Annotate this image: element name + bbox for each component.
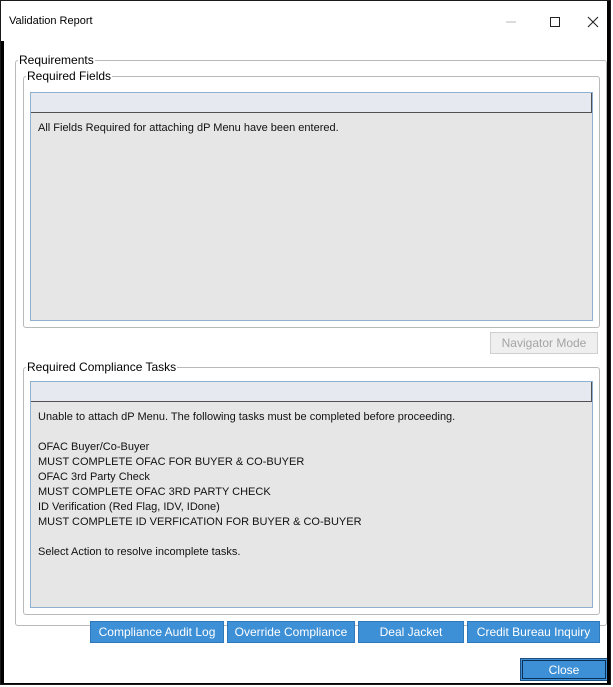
- required-fields-list[interactable]: All Fields Required for attaching dP Men…: [30, 92, 593, 321]
- deal-jacket-button[interactable]: Deal Jacket: [358, 621, 464, 643]
- requirements-legend: Requirements: [19, 53, 94, 67]
- compliance-tasks-list[interactable]: Unable to attach dP Menu. The following …: [30, 381, 593, 608]
- window-close-button[interactable]: [571, 5, 610, 39]
- required-fields-legend: Required Fields: [27, 69, 112, 83]
- compliance-tasks-list-header[interactable]: [31, 382, 592, 402]
- validation-report-window: Validation Report Requirements Required …: [0, 0, 611, 685]
- window-left-edge: [1, 41, 4, 684]
- list-item: All Fields Required for attaching dP Men…: [38, 122, 339, 134]
- list-item: OFAC Buyer/Co-Buyer: [38, 441, 150, 453]
- compliance-tasks-list-body: Unable to attach dP Menu. The following …: [31, 402, 592, 568]
- minimize-button[interactable]: [489, 5, 533, 39]
- list-item: [38, 425, 585, 440]
- navigator-mode-button[interactable]: Navigator Mode: [490, 332, 598, 354]
- list-item: [38, 530, 585, 545]
- compliance-tasks-legend: Required Compliance Tasks: [27, 360, 177, 374]
- close-button[interactable]: Close: [520, 658, 608, 681]
- list-item: OFAC 3rd Party Check: [38, 471, 150, 483]
- window-bottom-edge: [1, 683, 610, 684]
- required-fields-list-body: All Fields Required for attaching dP Men…: [31, 113, 592, 144]
- list-item: Select Action to resolve incomplete task…: [38, 546, 241, 558]
- list-item: MUST COMPLETE ID VERFICATION FOR BUYER &…: [38, 516, 362, 528]
- title-bar[interactable]: Validation Report: [1, 1, 607, 41]
- list-item: MUST COMPLETE OFAC 3RD PARTY CHECK: [38, 486, 271, 498]
- list-item: ID Verification (Red Flag, IDV, IDone): [38, 501, 220, 513]
- maximize-icon: [550, 17, 560, 27]
- required-fields-list-header[interactable]: [31, 93, 592, 113]
- close-icon: [587, 16, 599, 28]
- credit-bureau-inquiry-button[interactable]: Credit Bureau Inquiry: [467, 621, 600, 643]
- compliance-audit-log-button[interactable]: Compliance Audit Log: [90, 621, 224, 643]
- minimize-icon: [506, 21, 516, 23]
- window-title: Validation Report: [9, 15, 93, 27]
- list-item: MUST COMPLETE OFAC FOR BUYER & CO-BUYER: [38, 456, 305, 468]
- list-item: Unable to attach dP Menu. The following …: [38, 411, 456, 423]
- override-compliance-button[interactable]: Override Compliance: [227, 621, 355, 643]
